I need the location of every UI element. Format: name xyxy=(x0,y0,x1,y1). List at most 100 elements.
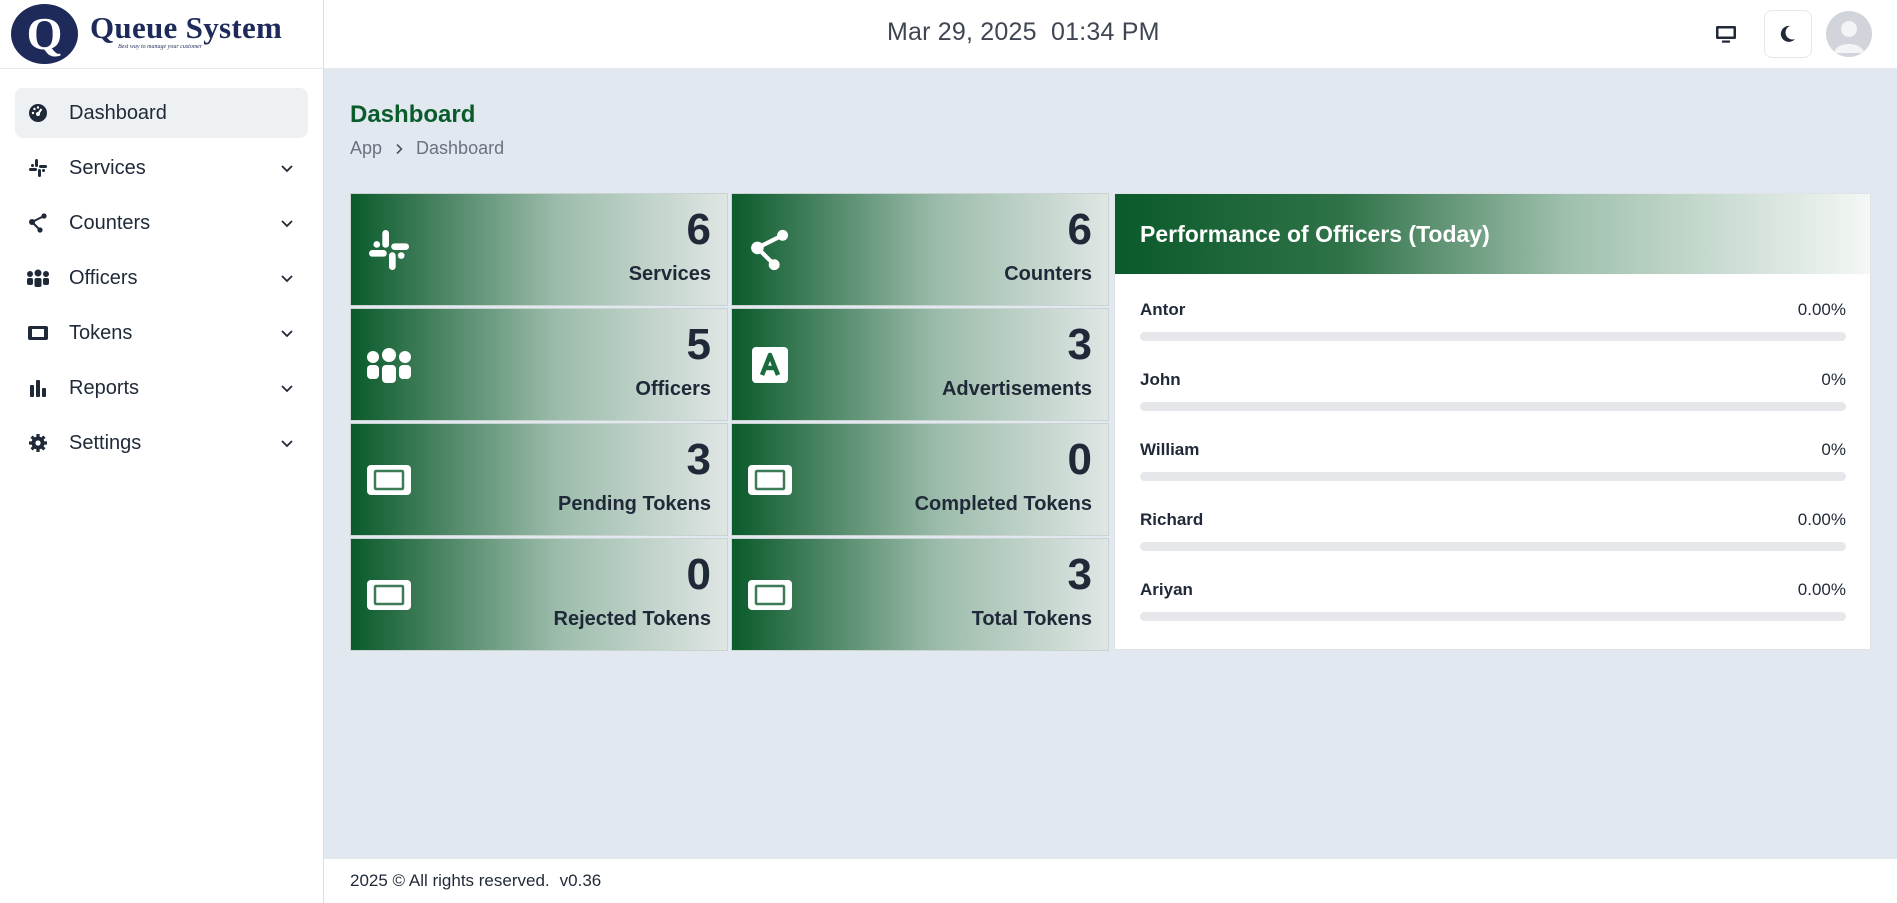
header-datetime: Mar 29, 2025 01:34 PM xyxy=(887,18,1160,47)
stat-label: Services xyxy=(628,263,711,285)
chevron-down-icon xyxy=(281,385,293,393)
officer-performance-list: Antor 0.00% John 0% William 0% Richard 0… xyxy=(1115,274,1870,650)
stat-label: Pending Tokens xyxy=(558,493,711,515)
breadcrumb-app[interactable]: App xyxy=(350,138,382,159)
stat-card-counters[interactable]: 6 Counters xyxy=(731,193,1109,306)
chevron-down-icon xyxy=(281,275,293,283)
stat-label: Advertisements xyxy=(941,378,1092,400)
stat-card-advertisements[interactable]: 3 Advertisements xyxy=(731,308,1109,421)
breadcrumb-current: Dashboard xyxy=(416,138,505,158)
sidebar-item-settings[interactable]: Settings xyxy=(15,418,308,468)
progress-bar xyxy=(1140,612,1846,621)
stat-value: 3 xyxy=(686,435,711,484)
app: Q Queue System Best way to manage your c… xyxy=(0,0,1897,903)
ticket-icon xyxy=(746,456,794,504)
sidebar: Q Queue System Best way to manage your c… xyxy=(0,0,324,903)
people-icon xyxy=(365,341,413,389)
chevron-down-icon xyxy=(281,440,293,448)
sidebar-item-label: Dashboard xyxy=(69,101,167,124)
sidebar-item-dashboard[interactable]: Dashboard xyxy=(15,88,308,138)
officer-row: Richard 0.00% xyxy=(1140,510,1846,580)
footer-copyright: 2025 © All rights reserved. xyxy=(350,871,550,890)
officer-performance-panel: Performance of Officers (Today) Antor 0.… xyxy=(1114,193,1871,650)
sidebar-item-counters[interactable]: Counters xyxy=(15,198,308,248)
progress-bar xyxy=(1140,472,1846,481)
stat-card-total-tokens[interactable]: 3 Total Tokens xyxy=(731,538,1109,651)
stat-label: Completed Tokens xyxy=(914,493,1092,515)
officer-percent: 0.00% xyxy=(1797,300,1846,319)
user-icon xyxy=(1834,21,1864,53)
ticket-icon xyxy=(365,456,413,504)
monitor-button[interactable] xyxy=(1702,10,1750,58)
officer-name: Richard xyxy=(1140,510,1204,529)
sidebar-item-reports[interactable]: Reports xyxy=(15,363,308,413)
officer-row: William 0% xyxy=(1140,440,1846,510)
officer-name: John xyxy=(1140,370,1181,389)
officer-row: Antor 0.00% xyxy=(1140,300,1846,370)
chevron-down-icon xyxy=(281,330,293,338)
progress-bar xyxy=(1140,542,1846,551)
officer-percent: 0.00% xyxy=(1797,510,1846,529)
breadcrumb: App Dashboard xyxy=(350,138,504,159)
sidebar-item-label: Officers xyxy=(69,266,138,289)
sidebar-item-tokens[interactable]: Tokens xyxy=(15,308,308,358)
officer-name: Antor xyxy=(1140,300,1186,319)
sidebar-item-label: Tokens xyxy=(69,321,133,344)
moon-icon xyxy=(1780,25,1795,42)
officer-name: William xyxy=(1140,440,1200,459)
stat-value: 5 xyxy=(686,320,711,369)
brand-logo[interactable]: Q Queue System Best way to manage your c… xyxy=(0,0,323,69)
stat-card-pending-tokens[interactable]: 3 Pending Tokens xyxy=(350,423,728,536)
stat-value: 3 xyxy=(1067,550,1092,599)
officer-percent: 0% xyxy=(1821,440,1846,459)
stat-value: 6 xyxy=(686,205,711,254)
sidebar-item-label: Reports xyxy=(69,376,140,399)
gear-icon xyxy=(26,432,50,454)
sidebar-item-services[interactable]: Services xyxy=(15,143,308,193)
ticket-icon xyxy=(746,571,794,619)
stat-value: 0 xyxy=(1067,435,1092,484)
bar-chart-icon xyxy=(26,377,50,399)
stat-label: Rejected Tokens xyxy=(553,608,711,630)
sidebar-item-officers[interactable]: Officers xyxy=(15,253,308,303)
sidebar-nav: Dashboard Services Counters Officers Tok… xyxy=(0,69,323,492)
brand-title: Queue System xyxy=(90,10,283,45)
main-content: Dashboard App Dashboard 6 Services 6 Cou… xyxy=(324,69,1897,858)
brand-text: Queue System Best way to manage your cus… xyxy=(90,12,282,50)
top-bar: Mar 29, 2025 01:34 PM xyxy=(324,0,1897,69)
sidebar-item-label: Counters xyxy=(69,211,151,234)
ticket-icon xyxy=(365,571,413,619)
header-time: 01:34 PM xyxy=(1051,18,1160,46)
officer-percent: 0% xyxy=(1821,370,1846,389)
logo-mark: Q xyxy=(11,4,78,64)
stat-label: Counters xyxy=(1004,263,1092,285)
progress-bar xyxy=(1140,332,1846,341)
ad-icon xyxy=(746,341,794,389)
stat-value: 0 xyxy=(686,550,711,599)
stat-value: 6 xyxy=(1067,205,1092,254)
officer-row: Ariyan 0.00% xyxy=(1140,580,1846,650)
sidebar-item-label: Services xyxy=(69,156,146,179)
dark-mode-toggle[interactable] xyxy=(1764,10,1812,58)
officer-row: John 0% xyxy=(1140,370,1846,440)
chevron-down-icon xyxy=(281,220,293,228)
page-title: Dashboard xyxy=(350,101,476,128)
ticket-icon xyxy=(26,322,50,344)
avatar[interactable] xyxy=(1826,11,1872,57)
chevron-down-icon xyxy=(281,165,293,173)
stat-card-rejected-tokens[interactable]: 0 Rejected Tokens xyxy=(350,538,728,651)
header-actions xyxy=(1688,10,1872,58)
brand-tagline: Best way to manage your customer xyxy=(118,44,203,50)
stat-card-completed-tokens[interactable]: 0 Completed Tokens xyxy=(731,423,1109,536)
stat-card-services[interactable]: 6 Services xyxy=(350,193,728,306)
dashboard-icon xyxy=(26,102,50,124)
sidebar-item-label: Settings xyxy=(69,431,142,454)
officer-name: Ariyan xyxy=(1140,580,1193,599)
share-icon xyxy=(746,226,794,274)
stat-card-officers[interactable]: 5 Officers xyxy=(350,308,728,421)
stat-value: 3 xyxy=(1067,320,1092,369)
monitor-icon xyxy=(1716,26,1736,43)
footer-version: v0.36 xyxy=(559,871,602,890)
stat-cards: 6 Services 6 Counters 5 Officers 3 Adver… xyxy=(350,193,1109,651)
footer: 2025 © All rights reserved. v0.36 xyxy=(324,858,1897,903)
